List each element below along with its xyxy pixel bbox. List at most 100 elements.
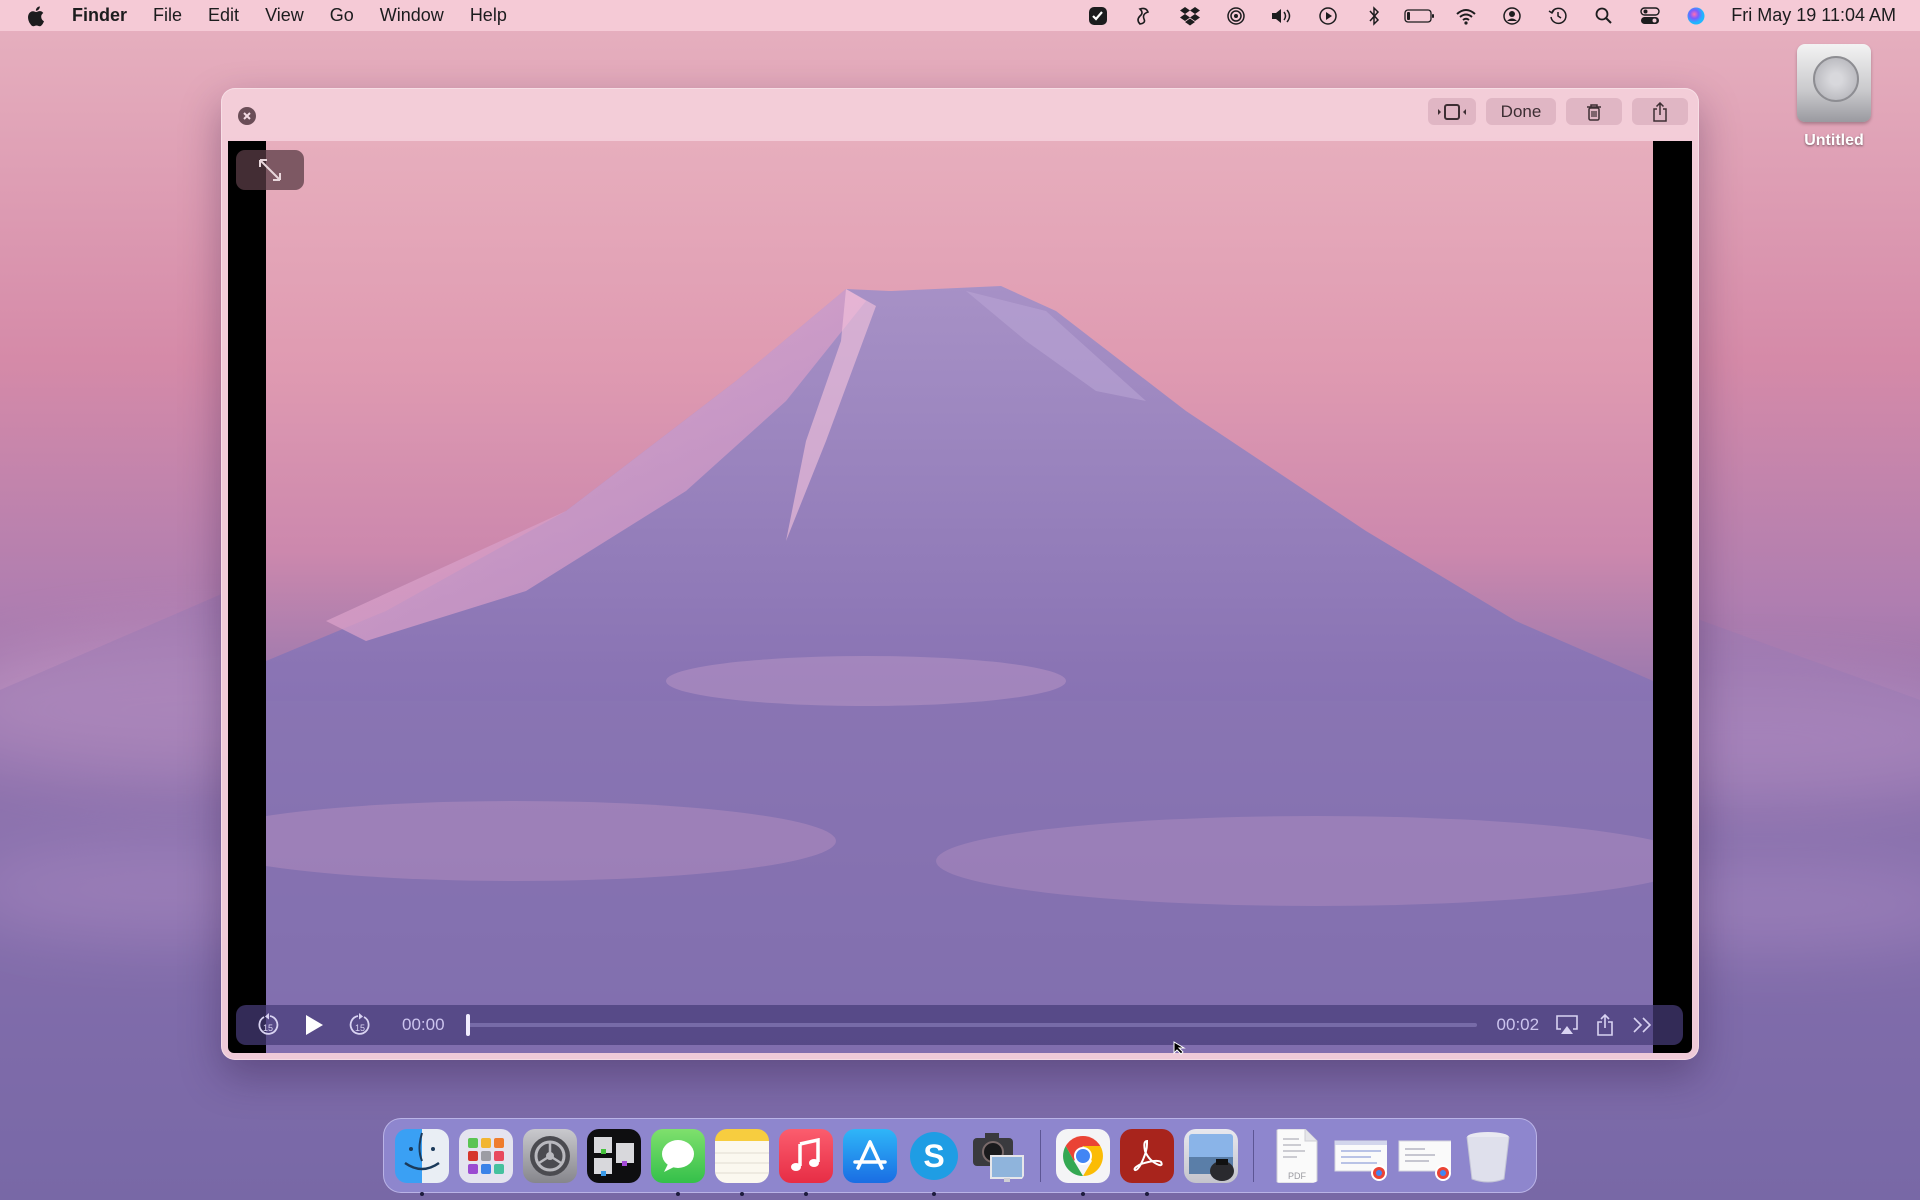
menu-app-name[interactable]: Finder	[72, 5, 127, 26]
siri-icon[interactable]	[1673, 0, 1719, 31]
dock-music[interactable]	[774, 1124, 838, 1196]
hard-drive-icon	[1797, 44, 1871, 122]
chrome-icon	[1056, 1128, 1110, 1183]
share-button[interactable]	[1632, 98, 1688, 125]
menu-help[interactable]: Help	[470, 5, 507, 26]
running-indicator	[804, 1191, 808, 1196]
mount-fuji-image	[266, 286, 1653, 1053]
close-button[interactable]	[238, 107, 256, 125]
volume-icon[interactable]	[1259, 0, 1305, 31]
pdf-document-icon: PDF	[1269, 1128, 1323, 1183]
airplay-button[interactable]	[1553, 1014, 1581, 1036]
running-indicator	[676, 1191, 680, 1196]
video-player[interactable]	[228, 141, 1692, 1053]
settings-gear-icon	[523, 1128, 577, 1183]
notes-icon	[715, 1128, 769, 1183]
player-controls: 15 15 00:00 00:02	[236, 1005, 1683, 1045]
search-icon[interactable]	[1581, 0, 1627, 31]
trim-button[interactable]	[1428, 98, 1476, 125]
delete-button[interactable]	[1566, 98, 1622, 125]
window-toolbar: Done	[1428, 98, 1688, 125]
svg-text:PDF: PDF	[1288, 1171, 1307, 1181]
preview-icon	[1184, 1128, 1238, 1183]
running-indicator	[1081, 1191, 1085, 1196]
airdrop-icon[interactable]	[1213, 0, 1259, 31]
bluetooth-icon[interactable]	[1351, 0, 1397, 31]
menu-edit[interactable]: Edit	[208, 5, 239, 26]
dock-launchpad[interactable]	[454, 1124, 518, 1188]
dock-preview[interactable]	[1179, 1124, 1243, 1188]
trash-can-icon	[1461, 1129, 1515, 1183]
dock-adobe-acrobat[interactable]	[1115, 1124, 1179, 1196]
trash-icon	[1587, 103, 1601, 121]
current-time: 00:00	[402, 1015, 445, 1034]
music-icon	[779, 1128, 833, 1183]
menu-go[interactable]: Go	[330, 5, 354, 26]
menu-bar-clock[interactable]: Fri May 19 11:04 AM	[1731, 5, 1896, 26]
skip-forward-15-button[interactable]: 15	[348, 1012, 372, 1038]
running-indicator	[1145, 1191, 1149, 1196]
dock-app-store[interactable]	[838, 1124, 902, 1188]
dock-finder[interactable]	[390, 1124, 454, 1196]
dock-mission-control[interactable]	[582, 1124, 646, 1188]
dock-stack-pdf[interactable]: PDF	[1264, 1124, 1328, 1188]
svg-text:S: S	[923, 1138, 944, 1174]
dock-messages[interactable]	[646, 1124, 710, 1196]
running-indicator	[740, 1191, 744, 1196]
user-icon[interactable]	[1489, 0, 1535, 31]
dock-trash[interactable]	[1456, 1124, 1520, 1188]
fullscreen-button[interactable]	[236, 150, 304, 190]
mouse-cursor	[1173, 1041, 1189, 1060]
dock-chrome-window-2[interactable]	[1392, 1124, 1456, 1188]
dock-separator	[1253, 1129, 1254, 1182]
dock-chrome-window-1[interactable]	[1328, 1124, 1392, 1188]
control-center-icon[interactable]	[1627, 0, 1673, 31]
more-controls-button[interactable]	[1629, 1016, 1657, 1034]
menu-window[interactable]: Window	[380, 5, 444, 26]
menu-view[interactable]: View	[265, 5, 304, 26]
share-icon	[1597, 1014, 1613, 1036]
dock-separator	[1040, 1129, 1041, 1182]
battery-icon[interactable]	[1397, 0, 1443, 31]
skype-icon: S	[907, 1129, 961, 1183]
wifi-icon[interactable]	[1443, 0, 1489, 31]
script-icon[interactable]	[1121, 0, 1167, 31]
skip-back-15-icon: 15	[258, 1013, 279, 1035]
video-frame	[266, 141, 1653, 1053]
done-button[interactable]: Done	[1486, 98, 1556, 125]
menu-file[interactable]: File	[153, 5, 182, 26]
scrubber-playhead[interactable]	[465, 1014, 470, 1036]
dock-skype[interactable]: S	[902, 1124, 966, 1196]
scrubber-track[interactable]	[465, 1014, 1477, 1036]
share-icon	[1653, 101, 1667, 122]
running-indicator	[420, 1191, 424, 1196]
dock-system-settings[interactable]	[518, 1124, 582, 1188]
dock-screenshot[interactable]	[966, 1124, 1030, 1188]
apple-menu-icon[interactable]	[26, 4, 48, 28]
close-icon	[243, 112, 251, 120]
chrome-window-thumbnail	[1397, 1129, 1451, 1183]
dropbox-icon[interactable]	[1167, 0, 1213, 31]
mission-control-icon	[587, 1128, 641, 1183]
skip-back-15-button[interactable]: 15	[256, 1012, 280, 1038]
svg-text:15: 15	[263, 1023, 273, 1033]
drive-label: Untitled	[1804, 132, 1864, 149]
player-share-button[interactable]	[1591, 1014, 1619, 1036]
dock-notes[interactable]	[710, 1124, 774, 1196]
play-button[interactable]	[302, 1014, 326, 1036]
dock-google-chrome[interactable]	[1051, 1124, 1115, 1196]
screenshot-camera-icon	[971, 1129, 1025, 1183]
launchpad-icon	[459, 1128, 513, 1183]
trim-icon	[1438, 103, 1466, 120]
acrobat-icon	[1120, 1128, 1174, 1183]
desktop-drive-untitled[interactable]: Untitled	[1790, 44, 1878, 150]
dock: S PDF	[383, 1118, 1537, 1196]
airplay-icon	[1556, 1015, 1578, 1034]
svg-text:15: 15	[355, 1023, 365, 1033]
play-icon	[306, 1015, 323, 1035]
now-playing-icon[interactable]	[1305, 0, 1351, 31]
checklist-icon[interactable]	[1075, 0, 1121, 31]
time-machine-icon[interactable]	[1535, 0, 1581, 31]
skip-forward-15-icon: 15	[349, 1013, 370, 1035]
menu-bar: Finder File Edit View Go Window Help Fri…	[0, 0, 1920, 31]
